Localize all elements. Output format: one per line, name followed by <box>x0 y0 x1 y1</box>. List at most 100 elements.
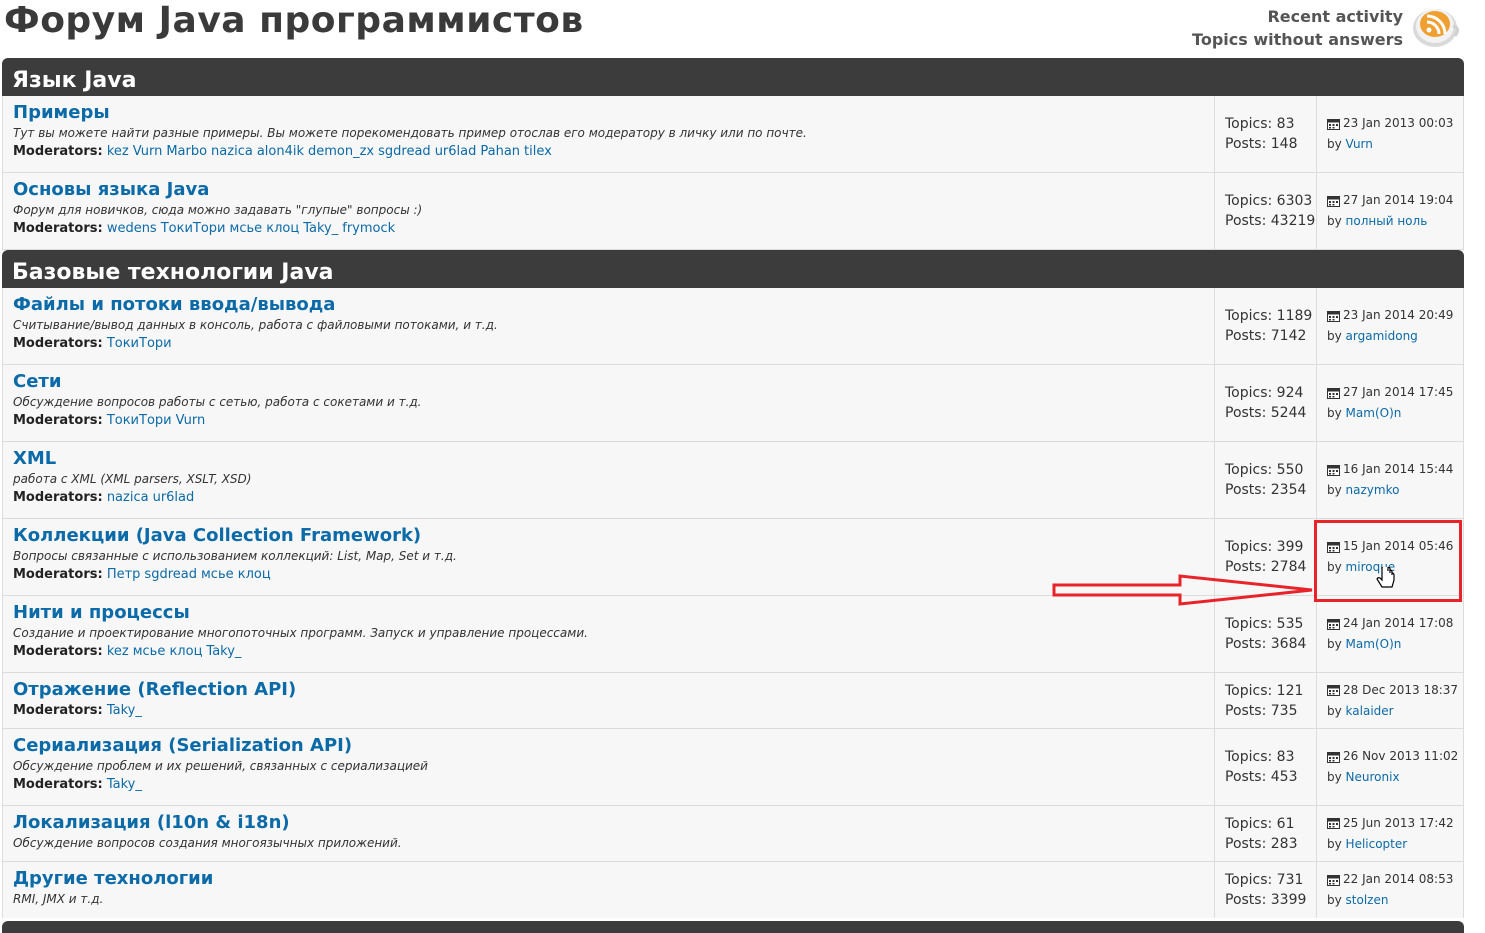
moderator-link[interactable]: Taky_ <box>303 221 338 236</box>
moderator-link[interactable]: ТокиТори <box>107 413 172 428</box>
moderator-link[interactable]: Vurn <box>176 413 206 428</box>
last-post-author-link[interactable]: Helicopter <box>1346 837 1408 851</box>
moderator-link[interactable]: ur6lad <box>153 490 195 505</box>
forum-description: RMI, JMX и т.д. <box>13 892 104 906</box>
last-post-info: 28 Dec 2013 18:37 by kalaider <box>1317 673 1463 728</box>
forum-info: Примеры Тут вы можете найти разные пример… <box>3 96 1215 172</box>
moderator-link[interactable]: Taky_ <box>107 703 142 718</box>
moderator-link[interactable]: frymock <box>342 221 395 236</box>
topics-without-answers-link[interactable]: Topics without answers <box>1192 28 1403 51</box>
moderator-link[interactable]: Taky_ <box>107 777 142 792</box>
moderator-link[interactable]: nazica <box>107 490 149 505</box>
topics-count: Topics: 1189 <box>1225 308 1313 324</box>
last-post-info: 23 Jan 2013 00:03 by Vurn <box>1317 96 1463 172</box>
moderator-link[interactable]: Taky_ <box>206 644 241 659</box>
last-post-author-link[interactable]: kalaider <box>1346 704 1394 718</box>
last-post-info: 26 Nov 2013 11:02 by Neuronix <box>1317 729 1463 805</box>
last-post-author-link[interactable]: Neuronix <box>1346 770 1400 784</box>
calendar-icon <box>1327 118 1340 130</box>
moderators-label: Moderators: <box>13 777 103 792</box>
forum-title-link[interactable]: Другие технологии <box>13 868 1214 890</box>
last-post-date: 23 Jan 2014 20:49 <box>1343 308 1454 322</box>
moderator-link[interactable]: Vurn <box>133 144 163 159</box>
forum-stats: Topics: 6303 Posts: 43219 <box>1215 173 1317 249</box>
last-post-date: 24 Jan 2014 17:08 <box>1343 616 1454 630</box>
by-label: by <box>1327 893 1342 907</box>
moderators-list: Moderators: nazica ur6lad <box>13 488 1214 508</box>
moderators-list: Moderators: kez мсье клоц Taky_ <box>13 642 1214 662</box>
forum-title-link[interactable]: Нити и процессы <box>13 602 1214 624</box>
forum-title-link[interactable]: Коллекции (Java Collection Framework) <box>13 525 1214 547</box>
posts-count: Posts: 3399 <box>1225 892 1307 908</box>
forum-title-link[interactable]: Отражение (Reflection API) <box>13 679 1214 701</box>
calendar-icon <box>1327 618 1340 630</box>
forum-title-link[interactable]: Локализация (l10n & i18n) <box>13 812 1214 834</box>
moderator-link[interactable]: ur6lad <box>435 144 477 159</box>
forum-info: Основы языка Java Форум для новичков, сюд… <box>3 173 1215 249</box>
last-post-author-link[interactable]: argamidong <box>1346 329 1418 343</box>
forum-title-link[interactable]: Сети <box>13 371 1214 393</box>
moderator-link[interactable]: мсье клоц <box>133 644 203 659</box>
moderator-link[interactable]: sgdread <box>378 144 431 159</box>
moderator-link[interactable]: demon_zx <box>308 144 374 159</box>
last-post-author-link[interactable]: Mam(O)n <box>1346 637 1402 651</box>
by-label: by <box>1327 214 1342 228</box>
last-post-date: 16 Jan 2014 15:44 <box>1343 462 1454 476</box>
forum-title-link[interactable]: XML <box>13 448 1214 470</box>
moderator-link[interactable]: kez <box>107 644 129 659</box>
last-post-author-link[interactable]: Mam(O)n <box>1346 406 1402 420</box>
last-post-author-link[interactable]: Vurn <box>1346 137 1373 151</box>
forum-info: Другие технологии RMI, JMX и т.д. <box>3 862 1215 918</box>
calendar-icon <box>1327 387 1340 399</box>
forum-row: Локализация (l10n & i18n) Обсуждение вопр… <box>2 806 1464 862</box>
rss-feed-icon[interactable] <box>1411 2 1461 50</box>
moderator-link[interactable]: kez <box>107 144 129 159</box>
category-header: Язык Java <box>2 58 1464 96</box>
forum-title-link[interactable]: Сериализация (Serialization API) <box>13 735 1214 757</box>
moderator-link[interactable]: tilex <box>524 144 552 159</box>
recent-activity-link[interactable]: Recent activity <box>1192 5 1403 28</box>
moderator-link[interactable]: мсье клоц <box>230 221 300 236</box>
by-label: by <box>1327 483 1342 497</box>
last-post-author-link[interactable]: stolzen <box>1346 893 1389 907</box>
moderator-link[interactable]: alon4ik <box>257 144 304 159</box>
forum-info: Сети Обсуждение вопросов работы с сетью, … <box>3 365 1215 441</box>
forum-row: Другие технологии RMI, JMX и т.д. Topics: … <box>2 862 1464 918</box>
forum-stats: Topics: 83 Posts: 148 <box>1215 96 1317 172</box>
moderator-link[interactable]: Pahan <box>480 144 520 159</box>
category-header-partial <box>2 921 1464 933</box>
moderators-label: Moderators: <box>13 644 103 659</box>
forum-description: Тут вы можете найти разные примеры. Вы м… <box>13 126 807 140</box>
forum-description: Обсуждение вопросов создания многоязычны… <box>13 836 402 850</box>
calendar-icon <box>1327 195 1340 207</box>
forum-title-link[interactable]: Примеры <box>13 102 1214 124</box>
moderator-link[interactable]: Петр <box>107 567 141 582</box>
by-label: by <box>1327 770 1342 784</box>
last-post-author-link[interactable]: nazymko <box>1346 483 1400 497</box>
forum-row: Сети Обсуждение вопросов работы с сетью, … <box>2 365 1464 442</box>
moderator-link[interactable]: ТокиТори <box>107 336 172 351</box>
moderators-label: Moderators: <box>13 413 103 428</box>
moderator-link[interactable]: ТокиТори <box>161 221 226 236</box>
posts-count: Posts: 283 <box>1225 835 1298 852</box>
topics-count: Topics: 83 <box>1225 749 1295 765</box>
top-links: Recent activity Topics without answers <box>1192 5 1403 51</box>
posts-count: Posts: 43219 <box>1225 213 1316 229</box>
forum-title-link[interactable]: Основы языка Java <box>13 179 1214 201</box>
forum-title-link[interactable]: Файлы и потоки ввода/вывода <box>13 294 1214 316</box>
forum-list: Язык Java Примеры Тут вы можете найти разн… <box>2 58 1464 918</box>
moderator-link[interactable]: Marbo <box>166 144 207 159</box>
hand-cursor-icon <box>1376 567 1395 588</box>
last-post-date: 27 Jan 2014 17:45 <box>1343 385 1454 399</box>
last-post-info: 27 Jan 2014 17:45 by Mam(O)n <box>1317 365 1463 441</box>
forum-info: Коллекции (Java Collection Framework) Воп… <box>3 519 1215 595</box>
topics-count: Topics: 924 <box>1225 385 1304 401</box>
moderator-link[interactable]: wedens <box>107 221 157 236</box>
calendar-icon <box>1327 874 1340 886</box>
topics-count: Topics: 83 <box>1225 116 1295 132</box>
calendar-icon <box>1327 464 1340 476</box>
moderator-link[interactable]: nazica <box>211 144 253 159</box>
last-post-author-link[interactable]: полный ноль <box>1346 214 1428 228</box>
moderator-link[interactable]: мсье клоц <box>201 567 271 582</box>
moderator-link[interactable]: sgdread <box>144 567 197 582</box>
